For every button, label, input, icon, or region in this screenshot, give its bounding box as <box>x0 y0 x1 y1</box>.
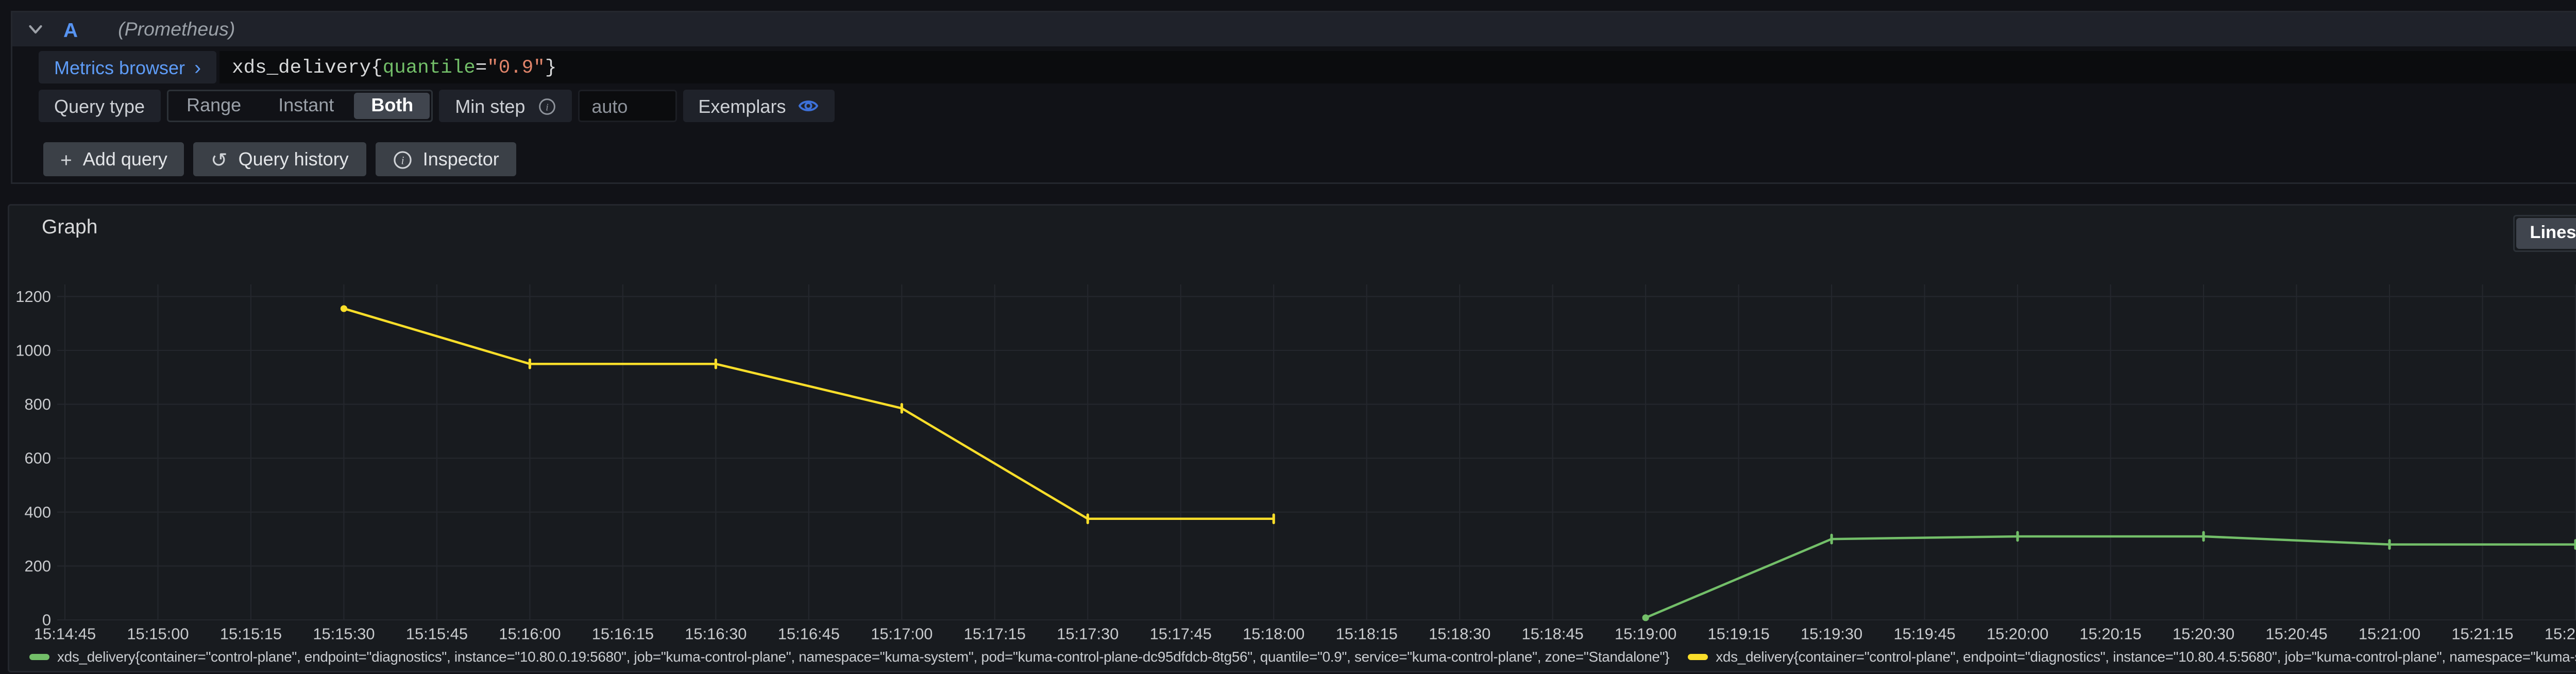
axis-labels: 15:14:4515:15:0015:15:1515:15:3015:15:45… <box>15 288 2576 643</box>
series-point <box>341 305 347 312</box>
explore-view: A (Prometheus) ? <box>0 0 2576 674</box>
query-label-token: quantile <box>383 57 476 78</box>
x-tick-label: 15:15:15 <box>220 625 282 643</box>
svg-text:i: i <box>546 101 549 112</box>
query-options-row: Query type RangeInstantBoth Min step i a… <box>39 90 2576 122</box>
inspector-button[interactable]: i Inspector <box>375 142 516 176</box>
query-operator: = <box>476 57 487 78</box>
query-type-radio-group: RangeInstantBoth <box>166 90 433 122</box>
y-tick-label: 400 <box>24 503 51 521</box>
legend-swatch <box>29 654 49 660</box>
exemplars-chip: Exemplars <box>683 90 835 122</box>
x-tick-label: 15:17:45 <box>1150 625 1212 643</box>
query-history-button[interactable]: ↺ Query history <box>194 142 366 176</box>
inspector-label: Inspector <box>423 148 499 170</box>
y-tick-label: 800 <box>24 395 51 413</box>
legend-item-0[interactable]: xds_delivery{container="control-plane", … <box>29 649 1669 665</box>
x-tick-label: 15:20:00 <box>1987 625 2048 643</box>
y-tick-label: 1000 <box>15 342 51 360</box>
x-tick-label: 15:17:00 <box>871 625 933 643</box>
svg-text:i: i <box>400 153 403 166</box>
graph-canvas[interactable]: 15:14:4515:15:0015:15:1515:15:3015:15:45… <box>9 257 2576 648</box>
x-tick-label: 15:20:15 <box>2079 625 2141 643</box>
y-tick-label: 0 <box>42 611 51 629</box>
x-tick-label: 15:18:15 <box>1336 625 1398 643</box>
y-tick-label: 200 <box>24 557 51 575</box>
legend-swatch <box>1688 654 1708 660</box>
query-history-label: Query history <box>239 148 349 170</box>
x-tick-label: 15:20:45 <box>2265 625 2327 643</box>
x-tick-label: 15:19:30 <box>1801 625 1862 643</box>
x-tick-label: 15:15:00 <box>127 625 189 643</box>
x-tick-label: 15:21:00 <box>2359 625 2420 643</box>
x-tick-label: 15:21:15 <box>2451 625 2513 643</box>
info-circle-icon: i <box>392 149 412 170</box>
x-tick-label: 15:19:15 <box>1708 625 1770 643</box>
add-query-button[interactable]: + Add query <box>43 142 184 176</box>
chevron-right-icon: › <box>194 56 201 79</box>
series-point <box>1642 614 1649 621</box>
x-tick-label: 15:19:45 <box>1893 625 1955 643</box>
query-editor-section: A (Prometheus) ? <box>11 11 2576 184</box>
series-1 <box>341 305 1274 523</box>
graph-panel: Graph LinesBarsPointsStacked linesStacke… <box>8 204 2576 672</box>
y-tick-label: 600 <box>24 449 51 467</box>
legend-item-1[interactable]: xds_delivery{container="control-plane", … <box>1688 649 2576 665</box>
x-tick-label: 15:16:45 <box>778 625 840 643</box>
legend-series-name: xds_delivery{container="control-plane", … <box>57 649 1669 665</box>
x-tick-label: 15:20:30 <box>2173 625 2234 643</box>
history-icon: ↺ <box>211 149 228 170</box>
x-tick-label: 15:17:15 <box>964 625 1026 643</box>
min-step-label-chip: Min step i <box>439 90 571 122</box>
query-input[interactable]: xds_delivery{quantile="0.9"} <box>219 51 2576 83</box>
add-query-label: Add query <box>83 148 167 170</box>
query-field-row: Metrics browser › xds_delivery{quantile=… <box>39 51 2576 83</box>
min-step-label: Min step <box>455 95 525 117</box>
exemplars-toggle-icon[interactable] <box>798 96 820 116</box>
metrics-browser-label: Metrics browser <box>54 57 185 78</box>
plus-icon: + <box>60 149 72 170</box>
graph-mode-radio-group: LinesBarsPointsStacked linesStacked bars <box>2513 215 2576 252</box>
query-refid[interactable]: A <box>63 18 78 41</box>
x-tick-label: 15:16:00 <box>499 625 561 643</box>
x-tick-label: 15:16:30 <box>685 625 747 643</box>
x-tick-label: 15:15:30 <box>313 625 375 643</box>
query-type-option-both[interactable]: Both <box>354 93 430 119</box>
exemplars-label: Exemplars <box>698 95 786 117</box>
query-row-header: A (Prometheus) ? <box>12 12 2576 46</box>
query-type-option-instant[interactable]: Instant <box>260 91 352 121</box>
graph-mode-lines[interactable]: Lines <box>2516 218 2576 249</box>
panel-title: Graph <box>42 215 97 238</box>
x-tick-label: 15:18:00 <box>1243 625 1304 643</box>
query-closing-brace: } <box>545 57 557 78</box>
x-tick-label: 15:16:15 <box>592 625 654 643</box>
query-datasource: (Prometheus) <box>118 19 235 40</box>
query-value-token: "0.9" <box>487 57 545 78</box>
x-tick-label: 15:17:30 <box>1057 625 1118 643</box>
info-icon: i <box>537 97 556 115</box>
legend-series-name: xds_delivery{container="control-plane", … <box>1716 649 2576 665</box>
x-tick-label: 15:18:30 <box>1429 625 1490 643</box>
series-0 <box>1642 532 2576 621</box>
chevron-down-icon[interactable] <box>26 20 45 39</box>
min-step-input[interactable]: auto <box>578 90 676 122</box>
query-metric: xds_delivery{ <box>232 57 383 78</box>
explore-actions-row: + Add query ↺ Query history i Inspector <box>39 142 2576 176</box>
x-tick-label: 15:15:45 <box>406 625 468 643</box>
y-tick-label: 1200 <box>15 288 51 306</box>
graph-legend: xds_delivery{container="control-plane", … <box>29 649 2576 665</box>
x-tick-label: 15:19:00 <box>1615 625 1676 643</box>
metrics-browser-button[interactable]: Metrics browser › <box>39 51 216 83</box>
x-tick-label: 15:21:30 <box>2545 625 2576 643</box>
x-tick-label: 15:18:45 <box>1522 625 1584 643</box>
query-type-label: Query type <box>39 90 160 122</box>
query-type-option-range[interactable]: Range <box>168 91 260 121</box>
